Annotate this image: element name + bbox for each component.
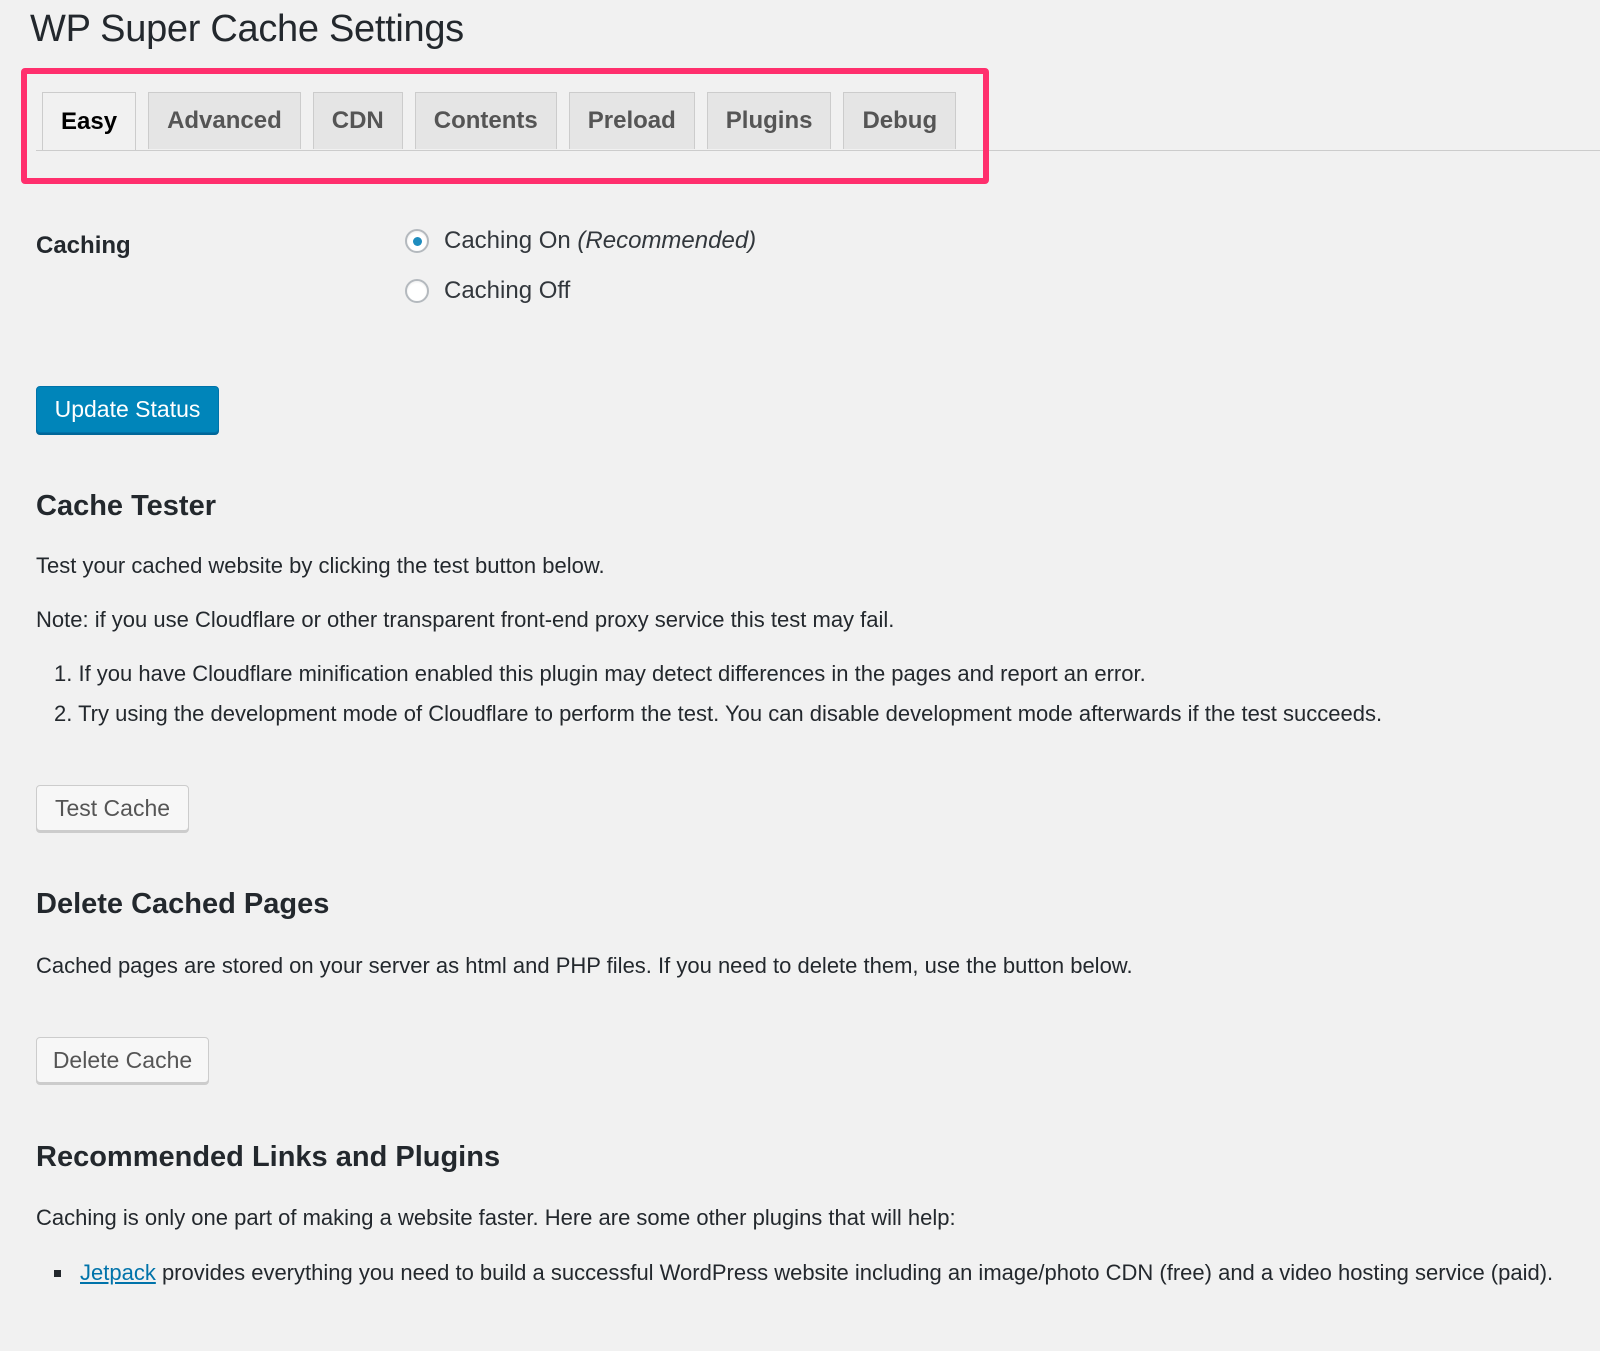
recommended-links-heading: Recommended Links and Plugins (36, 1141, 501, 1173)
delete-cache-button[interactable]: Delete Cache (36, 1037, 209, 1083)
tabs-divider (36, 150, 1600, 151)
list-item: 1. If you have Cloudflare minification e… (54, 661, 1146, 686)
caching-label: Caching (36, 232, 131, 259)
list-item: 2. Try using the development mode of Clo… (54, 701, 1383, 726)
list-item: Jetpack provides everything you need to … (54, 1258, 1574, 1288)
caching-on-radio[interactable] (405, 229, 429, 253)
caching-on-option[interactable]: Caching On (Recommended) (405, 227, 756, 255)
caching-off-label: Caching Off (444, 277, 571, 304)
cache-tester-steps: 1. If you have Cloudflare minification e… (54, 661, 1382, 741)
radio-selected-dot (412, 236, 422, 246)
tab-contents[interactable]: Contents (414, 92, 557, 149)
cache-tester-heading: Cache Tester (36, 490, 216, 522)
cache-tester-intro: Test your cached website by clicking the… (36, 553, 605, 578)
caching-off-option[interactable]: Caching Off (405, 277, 570, 305)
caching-off-radio[interactable] (405, 279, 429, 303)
tab-debug[interactable]: Debug (843, 92, 957, 149)
settings-tabs: Easy Advanced CDN Contents Preload Plugi… (42, 92, 957, 150)
delete-cached-pages-heading: Delete Cached Pages (36, 888, 330, 920)
tab-advanced[interactable]: Advanced (148, 92, 301, 149)
tab-preload[interactable]: Preload (568, 92, 695, 149)
update-status-button[interactable]: Update Status (36, 386, 219, 433)
cache-tester-note: Note: if you use Cloudflare or other tra… (36, 607, 895, 632)
recommended-plugins-list: Jetpack provides everything you need to … (54, 1258, 1574, 1288)
recommended-links-intro: Caching is only one part of making a web… (36, 1205, 956, 1230)
page-title: WP Super Cache Settings (30, 8, 464, 50)
tab-plugins[interactable]: Plugins (706, 92, 832, 149)
jetpack-description: provides everything you need to build a … (155, 1260, 1554, 1285)
tab-easy[interactable]: Easy (42, 92, 137, 150)
jetpack-link[interactable]: Jetpack (80, 1260, 156, 1285)
delete-cached-pages-text: Cached pages are stored on your server a… (36, 953, 1133, 978)
tab-cdn[interactable]: CDN (312, 92, 403, 149)
recommended-note: (Recommended) (577, 227, 757, 254)
caching-on-label: Caching On (Recommended) (444, 227, 757, 254)
test-cache-button[interactable]: Test Cache (36, 785, 189, 831)
bullet-icon (54, 1270, 61, 1277)
settings-page: WP Super Cache Settings Easy Advanced CD… (0, 0, 1600, 1351)
